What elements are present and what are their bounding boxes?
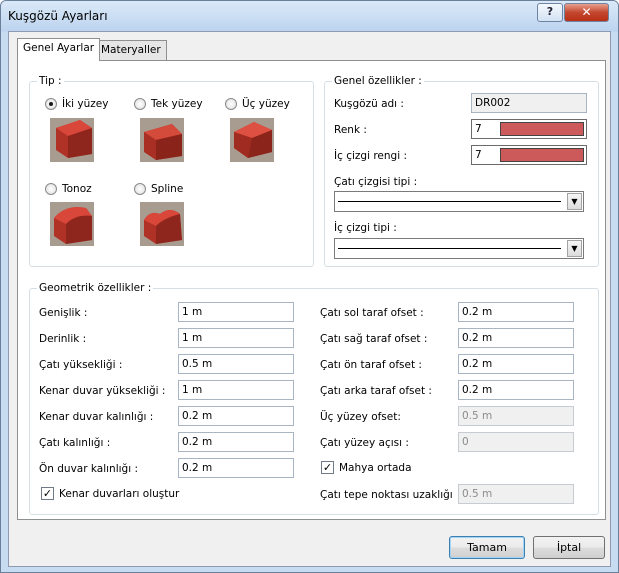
tonoz-preview[interactable] [50,202,94,246]
mahya-ortada-checkbox[interactable]: ✓ [321,461,334,474]
cati-on-ofset-label: Çatı ön taraf ofset : [320,359,422,371]
cati-sag-ofset-input[interactable]: 0.2 m [458,328,574,348]
cancel-button[interactable]: İptal [533,536,605,559]
tip-group-title: Tip : [37,75,64,87]
cati-arka-ofset-label: Çatı arka taraf ofset : [320,385,432,397]
radio-uc-yuzey-label[interactable]: Üç yüzey [242,98,290,110]
derinlik-input[interactable]: 1 m [178,328,294,348]
cati-cizgi-line-preview [338,201,561,202]
spline-preview[interactable] [140,202,184,246]
cati-yuksekligi-input[interactable]: 0.5 m [178,354,294,374]
cati-yuzey-acisi-label: Çatı yüzey açısı : [320,437,409,449]
derinlik-label: Derinlik : [39,333,87,345]
radio-tek-yuzey-label[interactable]: Tek yüzey [151,98,203,110]
close-button[interactable]: ✕ [564,3,609,22]
radio-spline-label[interactable]: Spline [151,183,183,195]
cati-cizgi-label: Çatı çizgisi tipi : [334,176,418,188]
iki-yuzey-preview[interactable] [50,118,94,162]
chevron-down-icon[interactable]: ▼ [567,193,582,210]
kenar-duvar-kalinligi-input[interactable]: 0.2 m [178,406,294,426]
uc-yuzey-ofset-label: Üç yüzey ofset: [320,411,401,423]
tek-yuzey-preview[interactable] [140,118,184,162]
window-title: Kuşgözü Ayarları [8,9,108,23]
chevron-down-icon[interactable]: ▼ [567,240,582,257]
kenar-duvarlari-label[interactable]: Kenar duvarları oluştur [59,488,179,500]
name-label: Kuşgözü adı : [334,98,404,110]
ic-cizgi-select[interactable]: ▼ [334,238,584,259]
tip-group: Tip : İki yüzey Tek yüzey Üç yüzey Tonoz [29,75,314,267]
radio-tonoz-label[interactable]: Tonoz [62,183,92,195]
tepe-noktasi-input: 0.5 m [458,484,574,504]
title-bar: Kuşgözü Ayarları ? ✕ [1,1,618,31]
renk-label: Renk : [334,124,367,136]
renk-color-picker[interactable]: 7 [471,119,587,139]
renk-swatch [500,122,584,136]
help-button[interactable]: ? [537,3,563,22]
genislik-label: Genişlik : [39,307,88,319]
ic-cizgi-label: İç çizgi tipi : [334,222,397,234]
on-duvar-kalinligi-input[interactable]: 0.2 m [178,458,294,478]
genislik-input[interactable]: 1 m [178,302,294,322]
cati-kalinligi-input[interactable]: 0.2 m [178,432,294,452]
tab-genel-ayarlar[interactable]: Genel Ayarlar [17,38,101,61]
dialog-window: Kuşgözü Ayarları ? ✕ Genel Ayarlar Mater… [0,0,619,573]
cati-on-ofset-input[interactable]: 0.2 m [458,354,574,374]
on-duvar-kalinligi-label: Ön duvar kalınlığı : [39,463,138,475]
tepe-noktasi-label: Çatı tepe noktası uzaklığı [320,489,453,501]
cati-yuzey-acisi-input: 0 [458,432,574,452]
genel-group-title: Genel özellikler : [332,75,424,87]
kenar-duvar-yuksekligi-label: Kenar duvar yüksekliği : [39,385,166,397]
genel-group: Genel özellikler : Kuşgözü adı : DR002 R… [324,75,599,267]
ic-renk-color-picker[interactable]: 7 [471,145,587,165]
mahya-ortada-label[interactable]: Mahya ortada [339,462,412,474]
geometrik-group-title: Geometrik özellikler : [37,282,154,294]
cati-arka-ofset-input[interactable]: 0.2 m [458,380,574,400]
radio-spline[interactable] [134,183,146,195]
radio-uc-yuzey[interactable] [225,98,237,110]
cati-sag-ofset-label: Çatı sağ taraf ofset : [320,333,428,345]
cati-sol-ofset-label: Çatı sol taraf ofset : [320,307,424,319]
kenar-duvar-kalinligi-label: Kenar duvar kalınlığı : [39,411,154,423]
dialog-client: Genel Ayarlar Materyaller Tip : İki yüze… [8,31,611,567]
radio-tonoz[interactable] [45,183,57,195]
ok-button[interactable]: Tamam [449,536,525,559]
tab-materyaller[interactable]: Materyaller [95,40,167,61]
uc-yuzey-ofset-input: 0.5 m [458,406,574,426]
ic-renk-number: 7 [475,149,482,161]
geometrik-group: Geometrik özellikler : Genişlik : 1 m De… [29,282,599,515]
radio-tek-yuzey[interactable] [134,98,146,110]
cati-sol-ofset-input[interactable]: 0.2 m [458,302,574,322]
tab-panel-genel: Tip : İki yüzey Tek yüzey Üç yüzey Tonoz [17,60,606,520]
name-field[interactable]: DR002 [471,93,587,113]
cati-yuksekligi-label: Çatı yüksekliği : [39,359,123,371]
kenar-duvar-yuksekligi-input[interactable]: 1 m [178,380,294,400]
radio-iki-yuzey[interactable] [45,98,57,110]
ic-renk-label: İç çizgi rengi : [334,150,407,162]
ic-renk-swatch [500,148,584,162]
cati-cizgi-select[interactable]: ▼ [334,191,584,212]
cati-kalinligi-label: Çatı kalınlığı : [39,437,111,449]
radio-iki-yuzey-label[interactable]: İki yüzey [62,98,109,110]
renk-number: 7 [475,123,482,135]
ic-cizgi-line-preview [338,248,561,249]
kenar-duvarlari-checkbox[interactable]: ✓ [41,487,54,500]
uc-yuzey-preview[interactable] [230,118,274,162]
